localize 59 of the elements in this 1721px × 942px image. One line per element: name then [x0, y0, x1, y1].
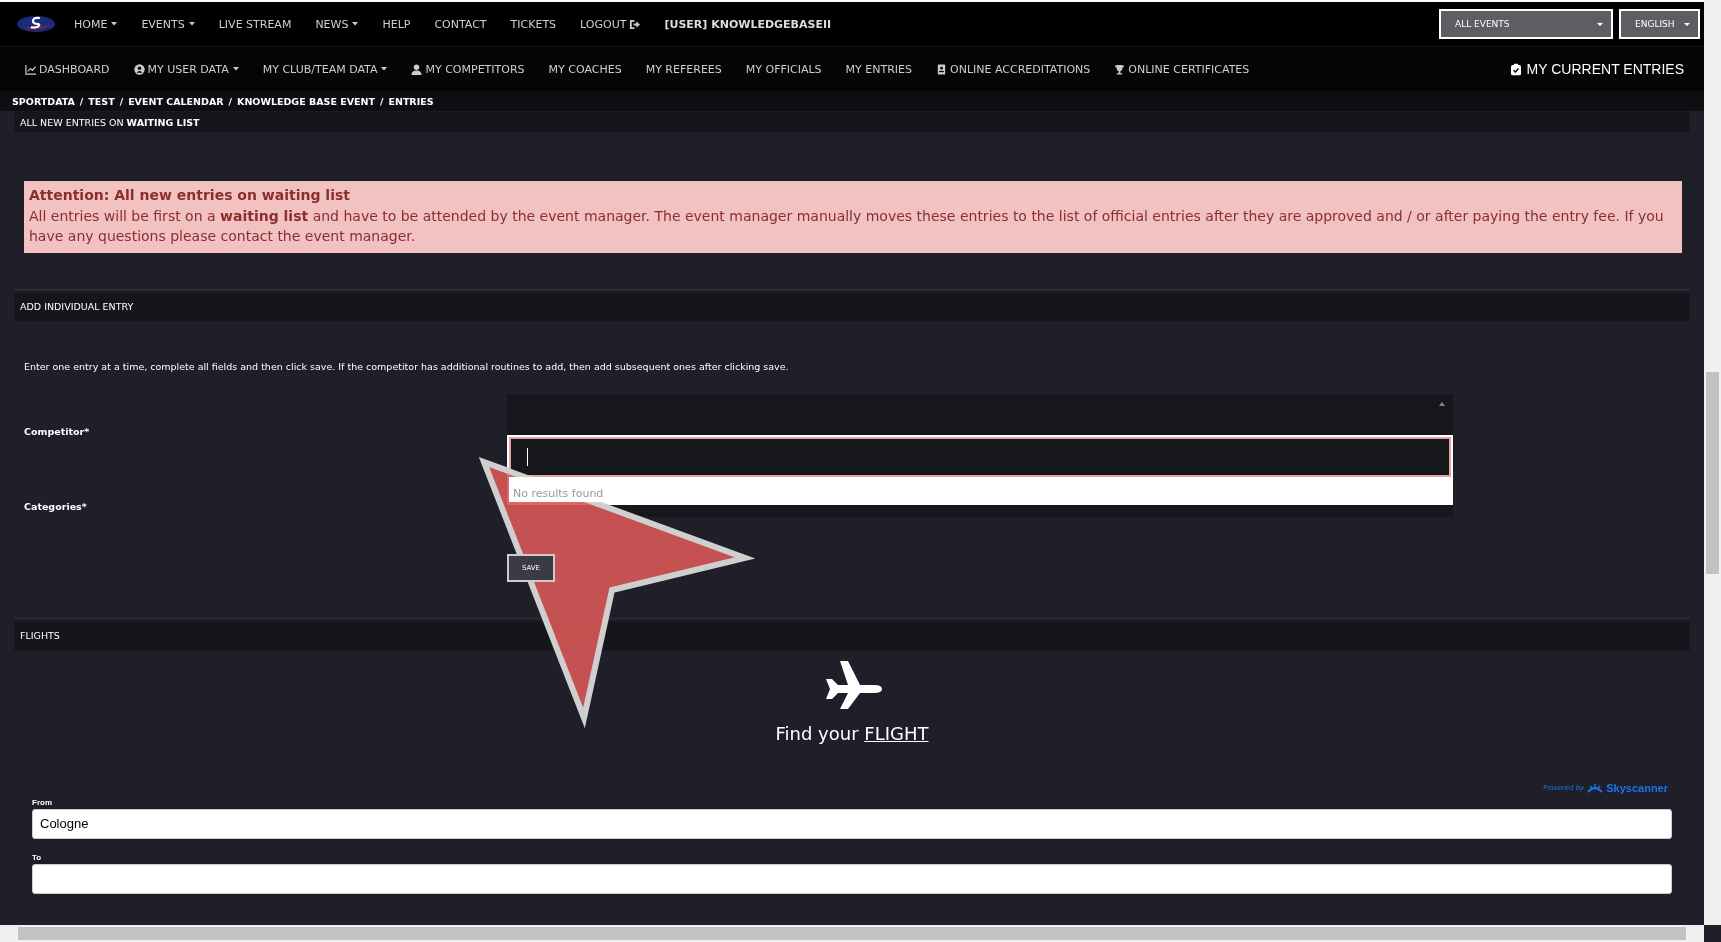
- nav-link[interactable]: CONTACT: [434, 17, 487, 31]
- horizontal-scrollbar[interactable]: [0, 925, 1704, 942]
- breadcrumb-separator: /: [379, 95, 384, 107]
- brand-name: Skyscanner: [1606, 781, 1668, 794]
- nav-link[interactable]: MY COACHES: [548, 62, 622, 76]
- clipboard-check-icon: [1510, 62, 1521, 76]
- id-badge-icon: [936, 63, 948, 75]
- nav-link[interactable]: HELP: [382, 17, 411, 31]
- alert-title: Attention: All new entries on waiting list: [29, 186, 351, 205]
- nav-link[interactable]: MY CLUB/TEAM DATA: [262, 62, 388, 76]
- line-chart-icon: [25, 63, 36, 75]
- user-circle-icon: [133, 63, 145, 75]
- nav-link[interactable]: LOGOUT: [580, 17, 641, 31]
- alert-text: All entries will be first on a waiting list and have to be attended by the event manager. The event manager manually moves these entries to the list of official entries after they are approved and / or after paying the entry fee. If you have any questions please contact the event manager.: [29, 206, 1665, 246]
- section-title: ALL NEW ENTRIES ON WAITING LIST: [20, 116, 200, 128]
- nav-link[interactable]: NEWS: [315, 17, 359, 31]
- nav-link[interactable]: MY USER DATA: [133, 62, 239, 76]
- breadcrumb-separator: /: [79, 95, 84, 107]
- nav-link[interactable]: MY COMPETITORS: [411, 62, 525, 76]
- breadcrumb-link[interactable]: EVENT CALENDAR: [128, 95, 224, 107]
- event-select[interactable]: ALL EVENTS: [1439, 9, 1613, 39]
- user-name[interactable]: [USER] KNOWLEDGEBASEII: [664, 17, 832, 31]
- sunrise-icon: [1587, 782, 1604, 793]
- breadcrumb-link[interactable]: TEST: [88, 95, 115, 107]
- section-title: FLIGHTS: [20, 630, 60, 641]
- field-label: Categories*: [24, 500, 88, 514]
- nav-link[interactable]: HOME: [74, 17, 118, 31]
- trophy-icon: [1114, 63, 1126, 75]
- language-select[interactable]: ENGLISH: [1619, 9, 1700, 39]
- nav-link[interactable]: MY OFFICIALS: [745, 62, 822, 76]
- nav-link[interactable]: TICKETS: [510, 17, 557, 31]
- caret-up-icon: [1439, 401, 1445, 406]
- breadcrumb-link[interactable]: SPORTDATA: [12, 95, 75, 107]
- search-field[interactable]: [509, 436, 1451, 477]
- flight-link[interactable]: FLIGHT: [864, 722, 929, 744]
- nav-link[interactable]: EVENTS: [141, 17, 195, 31]
- nav-link[interactable]: LIVE STREAM: [218, 17, 292, 31]
- breadcrumb-separator: /: [119, 95, 124, 107]
- text-field[interactable]: Cologne: [32, 808, 1672, 839]
- field-label: From: [32, 797, 53, 807]
- flight-heading: Find your: [775, 722, 859, 744]
- person-icon: [411, 63, 423, 75]
- nav-link[interactable]: MY REFEREES: [645, 62, 722, 76]
- nav-link[interactable]: MY ENTRIES: [845, 62, 913, 76]
- logo-icon[interactable]: [16, 14, 56, 34]
- field-label: Competitor*: [24, 425, 91, 439]
- breadcrumb-separator: /: [228, 95, 233, 107]
- text-field[interactable]: [32, 863, 1672, 894]
- nav-link[interactable]: ONLINE ACCREDITATIONS: [936, 62, 1091, 76]
- nav-link[interactable]: ONLINE CERTIFICATES: [1114, 62, 1250, 76]
- field-label: To: [32, 852, 43, 862]
- breadcrumb-link[interactable]: KNOWLEDGE BASE EVENT: [237, 95, 375, 107]
- instructions-text: Enter one entry at a time, complete all fields and then click save. If the competitor has additional routines to add, then add subsequent ones after clicking save.: [24, 360, 790, 372]
- vertical-scrollbar[interactable]: [1704, 0, 1721, 925]
- current-entries-link[interactable]: MY CURRENT ENTRIES: [1510, 61, 1684, 77]
- section-title: ADD INDIVIDUAL ENTRY: [20, 301, 134, 312]
- breadcrumb-link[interactable]: ENTRIES: [388, 95, 434, 107]
- nav-link[interactable]: DASHBOARD: [25, 62, 110, 76]
- logout-icon: [629, 18, 641, 30]
